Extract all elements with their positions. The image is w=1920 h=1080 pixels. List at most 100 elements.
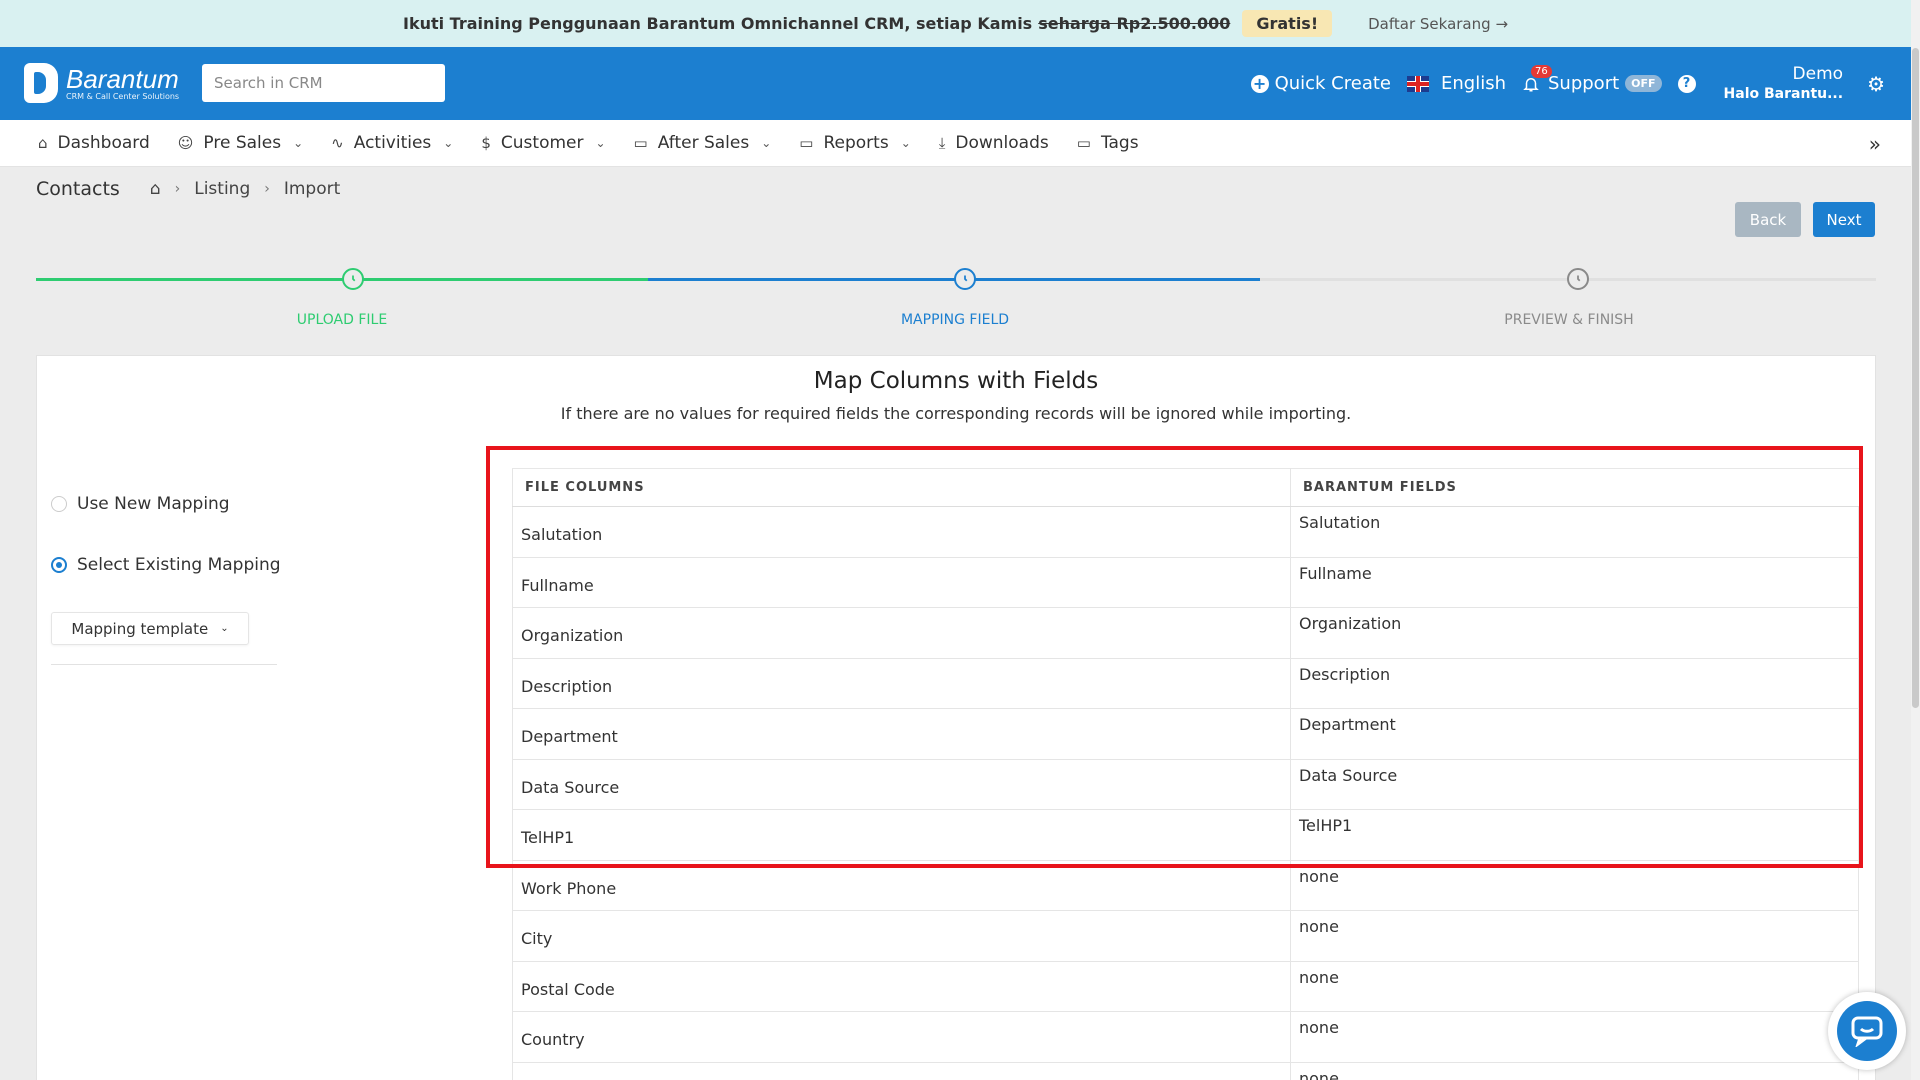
nav-label: Tags — [1100, 133, 1139, 153]
barantum-field-select[interactable]: Organization — [1290, 607, 1859, 659]
table-header-row: FILE COLUMNS BARANTUM FIELDS — [512, 468, 1859, 507]
barantum-field-select[interactable]: none — [1290, 1011, 1859, 1063]
nav-item-reports[interactable]: ▭ Reports ⌄ — [799, 133, 910, 153]
promo-cta-link[interactable]: Daftar Sekarang → — [1368, 15, 1508, 33]
support-label: Support — [1548, 73, 1620, 94]
file-column-cell: City — [512, 910, 1291, 962]
table-row: Work Phone none — [512, 860, 1859, 911]
chevron-right-icon: › — [264, 181, 270, 197]
file-column-cell — [512, 1062, 1291, 1080]
chevron-down-icon: ⌄ — [443, 136, 454, 150]
nav-label: Reports — [823, 133, 889, 153]
step-upload-icon — [342, 268, 364, 290]
radio-checked-icon — [51, 557, 67, 573]
nav-item-pre-sales[interactable]: ☺ Pre Sales ⌄ — [178, 133, 303, 153]
activity-icon: ∿ — [331, 134, 344, 152]
logo-mark-icon — [24, 63, 58, 103]
barantum-field-select[interactable]: none — [1290, 860, 1859, 911]
step-mapping-icon — [954, 268, 976, 290]
nav-item-downloads[interactable]: ⤓ Downloads — [939, 133, 1049, 153]
help-icon[interactable]: ? — [1677, 74, 1696, 93]
file-column-cell: Work Phone — [512, 860, 1291, 911]
nav-item-after-sales[interactable]: ▭ After Sales ⌄ — [634, 133, 772, 153]
quick-create-label: Quick Create — [1274, 73, 1391, 94]
nav-item-tags[interactable]: ▭ Tags — [1077, 133, 1139, 153]
use-new-mapping-radio[interactable]: Use New Mapping — [51, 494, 230, 514]
barantum-field-select[interactable]: Description — [1290, 658, 1859, 709]
breadcrumb-listing-link[interactable]: Listing — [194, 179, 250, 199]
folder-icon: ▭ — [1076, 134, 1091, 152]
user-name: Demo — [1792, 63, 1844, 84]
scrollbar-thumb[interactable] — [1912, 48, 1919, 708]
file-column-cell: Description — [512, 658, 1291, 709]
nav-label: Pre Sales — [203, 133, 282, 153]
brand-logo[interactable]: Barantum CRM & Call Center Solutions — [24, 63, 179, 103]
table-row: City none — [512, 910, 1859, 962]
support-toggle[interactable]: 76 Support OFF — [1522, 64, 1662, 94]
user-greeting: Halo Barantu... — [1723, 85, 1844, 102]
main-nav: ⌂ Dashboard ☺ Pre Sales ⌄ ∿ Activities ⌄… — [0, 120, 1911, 167]
file-column-cell: Salutation — [512, 506, 1291, 558]
search-input[interactable]: Search in CRM — [202, 64, 445, 102]
chat-widget-button[interactable] — [1828, 992, 1906, 1070]
next-button[interactable]: Next — [1813, 202, 1875, 237]
arrow-right-icon: → — [1495, 14, 1509, 33]
file-column-cell: Fullname — [512, 557, 1291, 608]
file-column-cell: Department — [512, 708, 1291, 760]
table-row: Data Source Data Source — [512, 759, 1859, 810]
barantum-field-select[interactable]: none — [1290, 961, 1859, 1012]
barantum-field-select[interactable]: none — [1290, 910, 1859, 962]
plus-circle-icon: + — [1250, 74, 1269, 93]
mapping-title: Map Columns with Fields — [813, 368, 1099, 394]
barantum-field-select[interactable]: Salutation — [1290, 506, 1859, 558]
nav-item-customer[interactable]: $ Customer ⌄ — [481, 133, 605, 153]
select-existing-mapping-label: Select Existing Mapping — [77, 555, 281, 575]
barantum-field-select[interactable]: Department — [1290, 708, 1859, 760]
home-icon[interactable]: ⌂ — [150, 179, 161, 199]
file-column-cell: Country — [512, 1011, 1291, 1063]
mapping-template-label: Mapping template — [71, 619, 209, 638]
barantum-field-select[interactable]: TelHP1 — [1290, 809, 1859, 861]
notification-count-badge: 76 — [1531, 64, 1552, 78]
nav-item-activities[interactable]: ∿ Activities ⌄ — [331, 133, 453, 153]
support-status-badge[interactable]: OFF — [1625, 75, 1662, 92]
barantum-field-select[interactable]: Fullname — [1290, 557, 1859, 608]
breadcrumb: Contacts ⌂ › Listing › Import — [36, 178, 340, 200]
folder-icon: ▭ — [799, 134, 814, 152]
chevron-down-icon: ⌄ — [900, 136, 911, 150]
gear-icon[interactable]: ⚙ — [1867, 72, 1885, 96]
language-selector[interactable]: English — [1407, 73, 1506, 94]
user-menu[interactable]: Demo Halo Barantu... — [1724, 64, 1844, 104]
table-row: Department Department — [512, 708, 1859, 760]
chevron-down-icon: ⌄ — [293, 136, 304, 150]
nav-label: Dashboard — [57, 133, 150, 153]
dollar-icon: $ — [481, 134, 491, 152]
file-column-cell: Data Source — [512, 759, 1291, 810]
barantum-field-select[interactable]: none — [1290, 1062, 1859, 1080]
file-column-cell: Postal Code — [512, 961, 1291, 1012]
mapping-subtitle: If there are no values for required fiel… — [560, 404, 1352, 423]
barantum-field-select[interactable]: Data Source — [1290, 759, 1859, 810]
users-icon: ☺ — [177, 134, 194, 152]
nav-item-dashboard[interactable]: ⌂ Dashboard — [38, 133, 150, 153]
back-button[interactable]: Back — [1735, 202, 1801, 237]
step-preview-label: PREVIEW & FINISH — [1504, 312, 1634, 328]
table-row: Postal Code none — [512, 961, 1859, 1012]
table-row: Fullname Fullname — [512, 557, 1859, 608]
mapping-table: FILE COLUMNS BARANTUM FIELDS Salutation S… — [512, 468, 1859, 1080]
chevron-down-icon: ⌄ — [595, 136, 606, 150]
promo-message: Ikuti Training Penggunaan Barantum Omnic… — [402, 14, 1033, 33]
download-icon: ⤓ — [938, 134, 946, 152]
promo-old-price: seharga Rp2.500.000 — [1038, 14, 1231, 33]
bell-icon[interactable]: 76 — [1522, 64, 1552, 93]
home-icon: ⌂ — [38, 134, 48, 152]
mapping-template-dropdown[interactable]: Mapping template ⌄ — [51, 612, 249, 645]
vertical-scrollbar[interactable] — [1911, 0, 1920, 1080]
nav-label: Activities — [353, 133, 432, 153]
select-existing-mapping-radio[interactable]: Select Existing Mapping — [51, 555, 281, 575]
file-columns-header: FILE COLUMNS — [512, 468, 1291, 507]
double-chevron-right-icon[interactable]: » — [1869, 132, 1881, 156]
language-label: English — [1441, 73, 1506, 94]
quick-create-button[interactable]: + Quick Create — [1250, 73, 1391, 94]
table-row: Organization Organization — [512, 607, 1859, 659]
